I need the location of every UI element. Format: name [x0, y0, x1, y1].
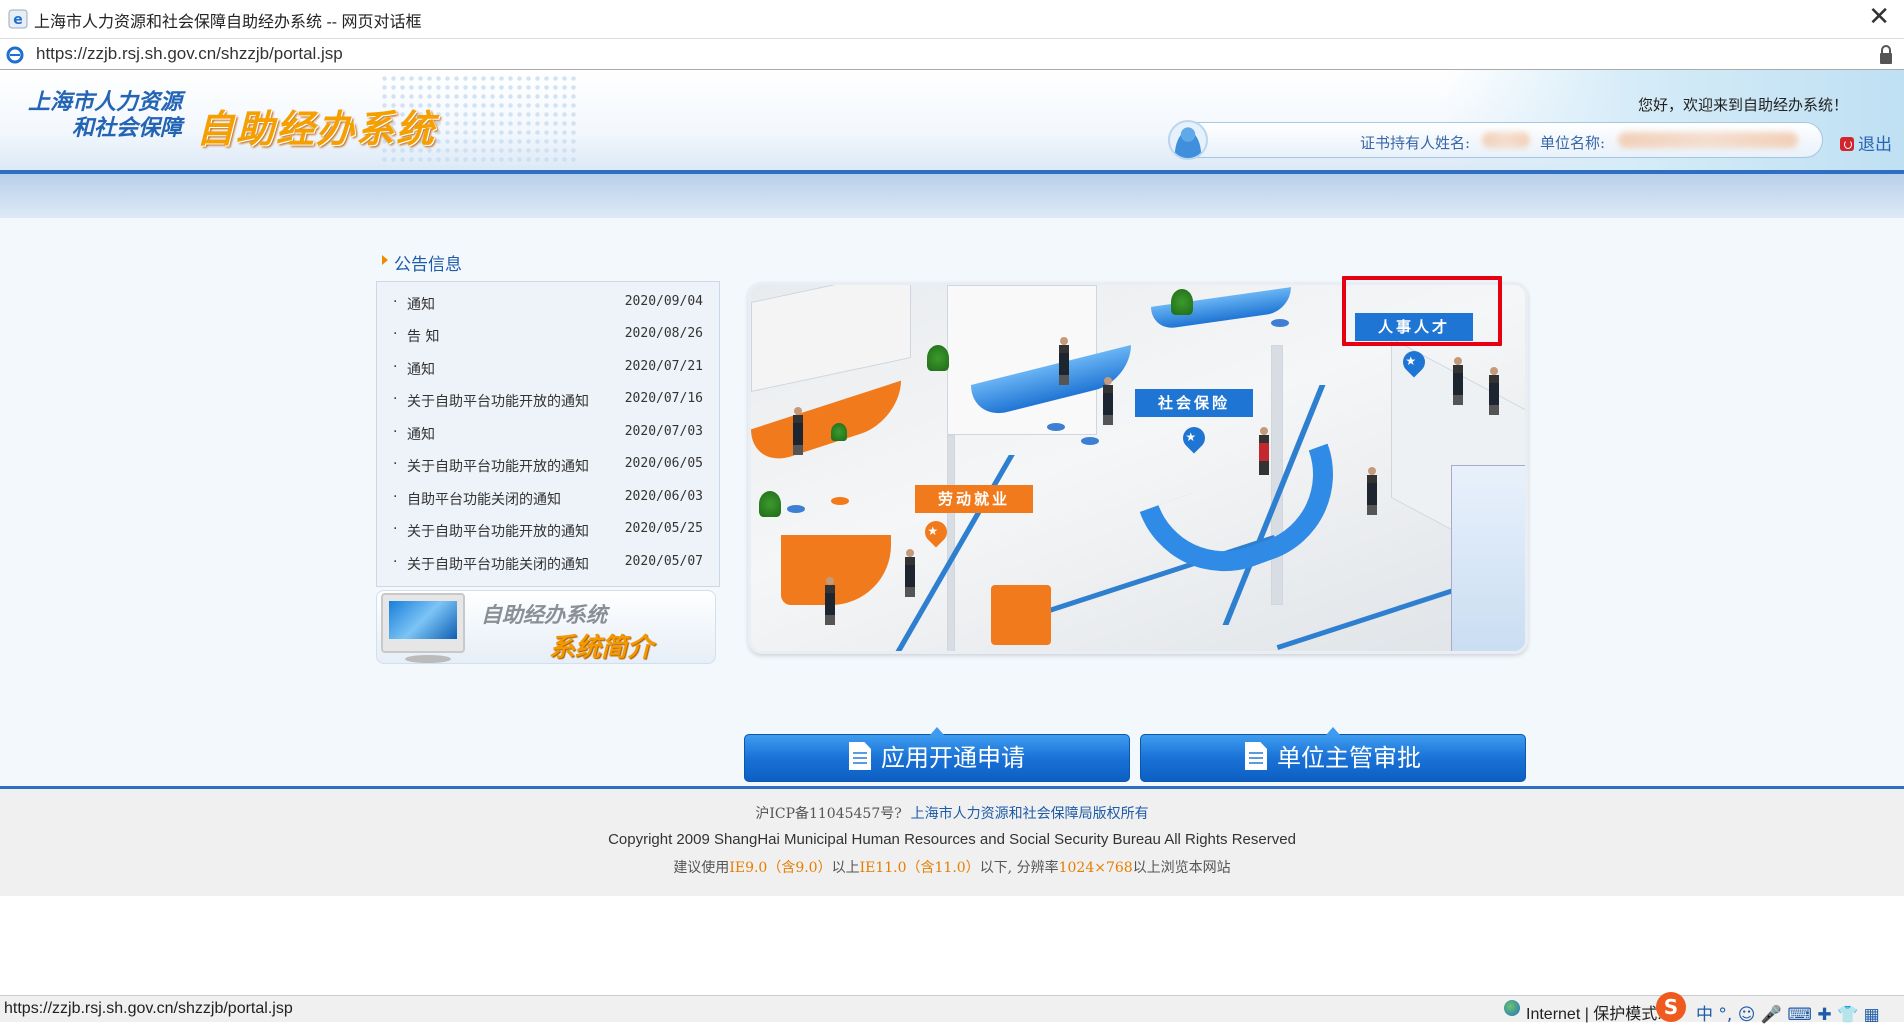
address-bar: https://zzjb.rsj.sh.gov.cn/shzzjb/portal…: [0, 38, 1904, 70]
lock-icon[interactable]: [1878, 45, 1894, 65]
security-zone[interactable]: Internet | 保护模式:: [1526, 1000, 1662, 1024]
welcome-text: 您好，欢迎来到自助经办系统！: [1638, 96, 1849, 114]
user-avatar-icon: [1168, 120, 1208, 160]
announcements-title: 公告信息: [382, 250, 462, 275]
close-icon[interactable]: ✕: [1868, 4, 1890, 30]
orange-counter: [751, 380, 901, 470]
status-url: https://zzjb.rsj.sh.gov.cn/shzzjb/portal…: [4, 1000, 293, 1017]
footer-browser-tip: 建议使用IE9.0（含9.0）以上IE11.0（含11.0）以下, 分辨率102…: [673, 860, 1231, 876]
ime-toolbar[interactable]: S 中 °, ☺ 🎤 ⌨ ✚ 👕 ▦: [1656, 990, 1904, 1025]
hall-wall: [751, 285, 911, 393]
copyright-org-link[interactable]: 上海市人力资源和社会保障局版权所有: [911, 806, 1149, 822]
globe-icon: [1504, 1000, 1520, 1016]
holder-name-value-redacted: [1482, 132, 1530, 148]
unit-name-value-redacted: [1618, 132, 1798, 148]
announcements-list: · 通知 2020/09/04 · 告 知 2020/08/26 · 通知 2020/07/…: [376, 281, 720, 587]
svg-text:e: e: [13, 12, 23, 28]
ie-icon: e: [8, 9, 28, 29]
monitor-base: [405, 655, 451, 663]
unit-approval-label: 单位主管审批: [1277, 744, 1421, 772]
announcement-item[interactable]: · 关于自助平台功能关闭的通知 2020/05/07: [393, 554, 713, 576]
header-blue-band: [0, 170, 1904, 218]
document-icon: [1245, 742, 1267, 770]
window-title: 上海市人力资源和社会保障自助经办系统 -- 网页对话框: [34, 14, 422, 31]
address-url[interactable]: https://zzjb.rsj.sh.gov.cn/shzzjb/portal…: [36, 44, 343, 64]
site-header: 上海市人力资源 和社会保障 自助经办系统 您好，欢迎来到自助经办系统！ 证书持有…: [0, 70, 1904, 170]
map-pin-icon: [1178, 422, 1210, 454]
announcement-item[interactable]: · 通知 2020/07/03: [393, 424, 713, 446]
apply-activation-button[interactable]: 应用开通申请: [744, 727, 1130, 782]
sign-personnel-talent[interactable]: 人事人才: [1355, 313, 1473, 341]
intro-line1: 自助经办系统: [481, 603, 607, 627]
sign-labour-employment[interactable]: 劳动就业: [915, 485, 1033, 513]
announcement-item[interactable]: · 通知 2020/07/21: [393, 359, 713, 381]
document-icon: [849, 742, 871, 770]
intro-line2: 系统简介: [549, 633, 654, 663]
announcement-item[interactable]: · 通知 2020/09/04: [393, 294, 713, 316]
logo-line2: 和社会保障: [72, 116, 183, 141]
logo-line1: 上海市人力资源: [28, 90, 183, 115]
sogou-ime-icon[interactable]: S: [1656, 992, 1686, 1022]
ie-page-icon: [6, 46, 24, 64]
announcement-item[interactable]: · 关于自助平台功能开放的通知 2020/06/05: [393, 456, 713, 478]
apply-activation-label: 应用开通申请: [881, 744, 1025, 772]
orange-counter: [781, 535, 891, 605]
announcement-item[interactable]: · 关于自助平台功能开放的通知 2020/05/25: [393, 521, 713, 543]
power-icon: [1840, 137, 1854, 151]
announcement-item[interactable]: · 自助平台功能关闭的通知 2020/06/03: [393, 489, 713, 511]
page-content: 上海市人力资源 和社会保障 自助经办系统 您好，欢迎来到自助经办系统！ 证书持有…: [0, 70, 1904, 995]
sign-social-insurance[interactable]: 社会保险: [1135, 389, 1253, 417]
hall-wall: [947, 435, 955, 651]
site-footer: 沪ICP备11045457号? 上海市人力资源和社会保障局版权所有 Copyri…: [0, 786, 1904, 896]
logo-system-name: 自助经办系统: [196, 107, 437, 151]
announcement-item[interactable]: · 关于自助平台功能开放的通知 2020/07/16: [393, 391, 713, 413]
unit-approval-button[interactable]: 单位主管审批: [1140, 727, 1526, 782]
footer-line1: 沪ICP备11045457号? 上海市人力资源和社会保障局版权所有: [0, 803, 1904, 823]
system-intro-button[interactable]: 自助经办系统 系统简介: [376, 590, 716, 664]
footer-copyright: Copyright 2009 ShangHai Municipal Human …: [608, 831, 1296, 848]
glass-booth: [1451, 465, 1525, 651]
holder-name-label: 证书持有人姓名:: [1360, 134, 1471, 152]
icp-number[interactable]: 沪ICP备11045457号?: [755, 806, 901, 822]
monitor-icon: [381, 593, 465, 653]
unit-name-label: 单位名称:: [1540, 134, 1606, 152]
logout-label: 退出: [1858, 135, 1892, 155]
window-titlebar: e 上海市人力资源和社会保障自助经办系统 -- 网页对话框 ✕: [0, 0, 1904, 38]
ime-status-icons[interactable]: 中 °, ☺ 🎤 ⌨ ✚ 👕 ▦: [1696, 1000, 1880, 1025]
main-area: 公告信息 · 通知 2020/09/04 · 告 知 2020/08/26 · 通知 202…: [0, 218, 1904, 786]
orange-kiosk: [991, 585, 1051, 645]
announcement-item[interactable]: · 告 知 2020/08/26: [393, 326, 713, 348]
browser-statusbar: https://zzjb.rsj.sh.gov.cn/shzzjb/portal…: [0, 992, 1904, 1025]
service-hall-illustration: 劳动就业 社会保险 人事人才: [748, 282, 1528, 654]
logout-button[interactable]: 退出: [1840, 130, 1892, 155]
